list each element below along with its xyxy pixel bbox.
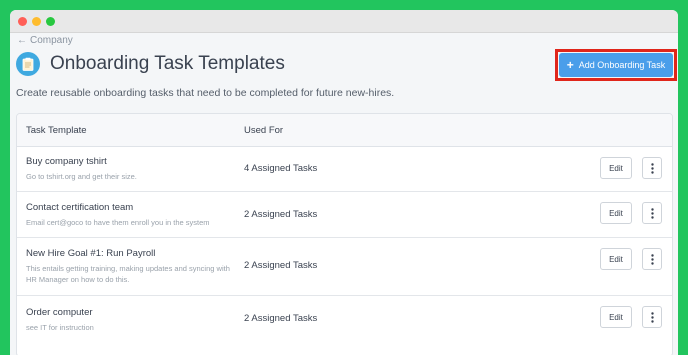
vertical-dots-icon	[650, 311, 654, 323]
clipboard-icon	[16, 52, 40, 76]
column-header-task-template: Task Template	[26, 125, 87, 136]
breadcrumb-label[interactable]: Company	[30, 35, 73, 46]
more-options-button[interactable]	[642, 306, 662, 328]
table-row: Order computer see IT for instruction 2 …	[17, 296, 672, 340]
page-subtitle: Create reusable onboarding tasks that ne…	[16, 87, 395, 99]
vertical-dots-icon	[650, 207, 654, 219]
highlight-box: + Add Onboarding Task	[555, 49, 677, 81]
used-for-count: 4 Assigned Tasks	[244, 163, 318, 174]
minimize-window-button[interactable]	[32, 16, 41, 26]
maximize-window-button[interactable]	[46, 16, 55, 26]
table-row: Buy company tshirt Go to tshirt.org and …	[17, 147, 672, 192]
task-name[interactable]: Buy company tshirt	[26, 156, 107, 167]
close-window-button[interactable]	[18, 16, 27, 26]
page-header: Onboarding Task Templates	[16, 52, 285, 76]
task-name[interactable]: Order computer	[26, 307, 93, 318]
breadcrumb[interactable]: ← Company	[17, 35, 73, 46]
task-description: see IT for instruction	[26, 323, 94, 332]
column-header-used-for: Used For	[244, 125, 284, 136]
plus-icon: +	[566, 58, 574, 72]
task-name[interactable]: New Hire Goal #1: Run Payroll	[26, 248, 155, 259]
page-title: Onboarding Task Templates	[50, 53, 285, 74]
window-titlebar	[10, 10, 678, 33]
vertical-dots-icon	[650, 162, 654, 174]
more-options-button[interactable]	[642, 157, 662, 179]
table-row: Contact certification team Email cert@go…	[17, 192, 672, 238]
table-row: New Hire Goal #1: Run Payroll This entai…	[17, 238, 672, 296]
more-options-button[interactable]	[642, 202, 662, 224]
add-onboarding-task-button[interactable]: + Add Onboarding Task	[559, 53, 673, 77]
edit-button[interactable]: Edit	[600, 306, 632, 328]
more-options-button[interactable]	[642, 248, 662, 270]
arrow-left-icon: ←	[17, 35, 27, 46]
used-for-count: 2 Assigned Tasks	[244, 209, 318, 220]
task-description: This entails getting training, making up…	[26, 264, 230, 284]
used-for-count: 2 Assigned Tasks	[244, 313, 318, 324]
used-for-count: 2 Assigned Tasks	[244, 260, 318, 271]
task-name[interactable]: Contact certification team	[26, 202, 133, 213]
task-templates-table: Task Template Used For Buy company tshir…	[16, 113, 673, 355]
add-button-label: Add Onboarding Task	[578, 60, 666, 70]
table-header: Task Template Used For	[17, 114, 672, 147]
app-window: ← Company Onboarding Task Templates + Ad…	[10, 10, 678, 355]
task-description: Email cert@goco to have them enroll you …	[26, 218, 210, 227]
edit-button[interactable]: Edit	[600, 248, 632, 270]
task-description: Go to tshirt.org and get their size.	[26, 172, 137, 181]
vertical-dots-icon	[650, 253, 654, 265]
edit-button[interactable]: Edit	[600, 202, 632, 224]
edit-button[interactable]: Edit	[600, 157, 632, 179]
